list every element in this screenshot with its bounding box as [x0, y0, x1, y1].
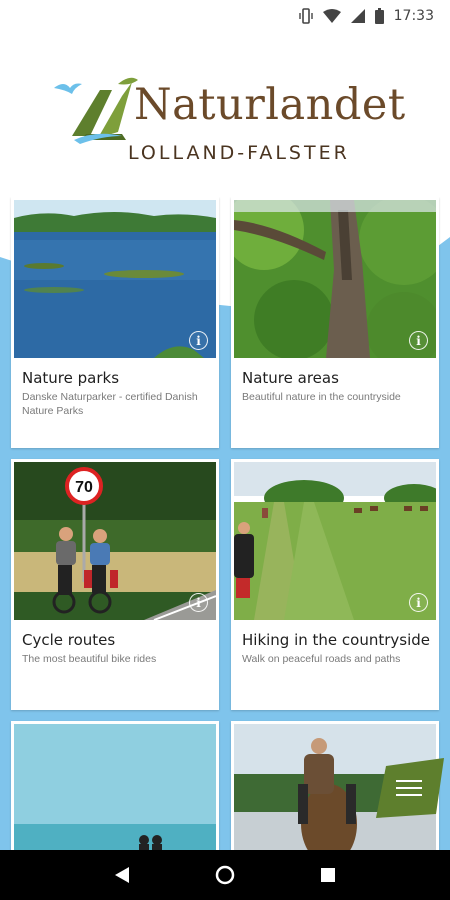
- nature-parks-photo: i: [14, 200, 216, 358]
- card-description: Danske Naturparker - certified Danish Na…: [22, 391, 198, 417]
- logo-title: Naturlandet: [134, 80, 406, 130]
- status-time: 17:33: [393, 8, 434, 24]
- logo-subtitle: LOLLAND-FALSTER: [128, 142, 350, 164]
- card-title: Nature areas: [242, 369, 339, 387]
- info-icon[interactable]: i: [189, 331, 208, 350]
- back-icon[interactable]: [102, 855, 142, 895]
- menu-icon: [396, 780, 422, 801]
- status-bar: 17:33: [0, 0, 450, 32]
- cycle-routes-photo: 70 i: [14, 462, 216, 620]
- battery-icon: [374, 8, 384, 24]
- menu-button[interactable]: [376, 758, 444, 818]
- vibrate-icon: [298, 8, 313, 24]
- signal-icon: [350, 9, 365, 23]
- card-description: Walk on peaceful roads and paths: [242, 653, 401, 665]
- header: Naturlandet LOLLAND-FALSTER: [0, 32, 450, 197]
- card-title: Nature parks: [22, 369, 120, 387]
- card-description: The most beautiful bike rides: [22, 653, 157, 665]
- card-beach[interactable]: [11, 721, 219, 850]
- home-icon[interactable]: [205, 855, 245, 895]
- recents-icon[interactable]: [308, 855, 348, 895]
- info-icon[interactable]: i: [189, 593, 208, 612]
- brand-logo: Naturlandet LOLLAND-FALSTER: [52, 72, 412, 172]
- card-hiking[interactable]: i Hiking in the countryside Walk on peac…: [231, 459, 439, 710]
- info-icon[interactable]: i: [409, 331, 428, 350]
- category-grid[interactable]: i Nature parks Danske Naturparker - cert…: [0, 197, 450, 850]
- system-nav-bar: [0, 850, 450, 900]
- info-icon[interactable]: i: [409, 593, 428, 612]
- card-cycle-routes[interactable]: 70 i Cycle routes The most beautiful bik…: [11, 459, 219, 710]
- beach-photo: [14, 724, 216, 850]
- card-title: Cycle routes: [22, 631, 116, 649]
- card-nature-parks[interactable]: i Nature parks Danske Naturparker - cert…: [11, 197, 219, 448]
- nature-areas-photo: i: [234, 200, 436, 358]
- card-nature-areas[interactable]: i Nature areas Beautiful nature in the c…: [231, 197, 439, 448]
- card-description: Beautiful nature in the countryside: [242, 391, 401, 403]
- speed-sign-text: 70: [75, 479, 93, 496]
- hiking-photo: i: [234, 462, 436, 620]
- card-title: Hiking in the countryside: [242, 631, 431, 649]
- wifi-icon: [322, 9, 341, 23]
